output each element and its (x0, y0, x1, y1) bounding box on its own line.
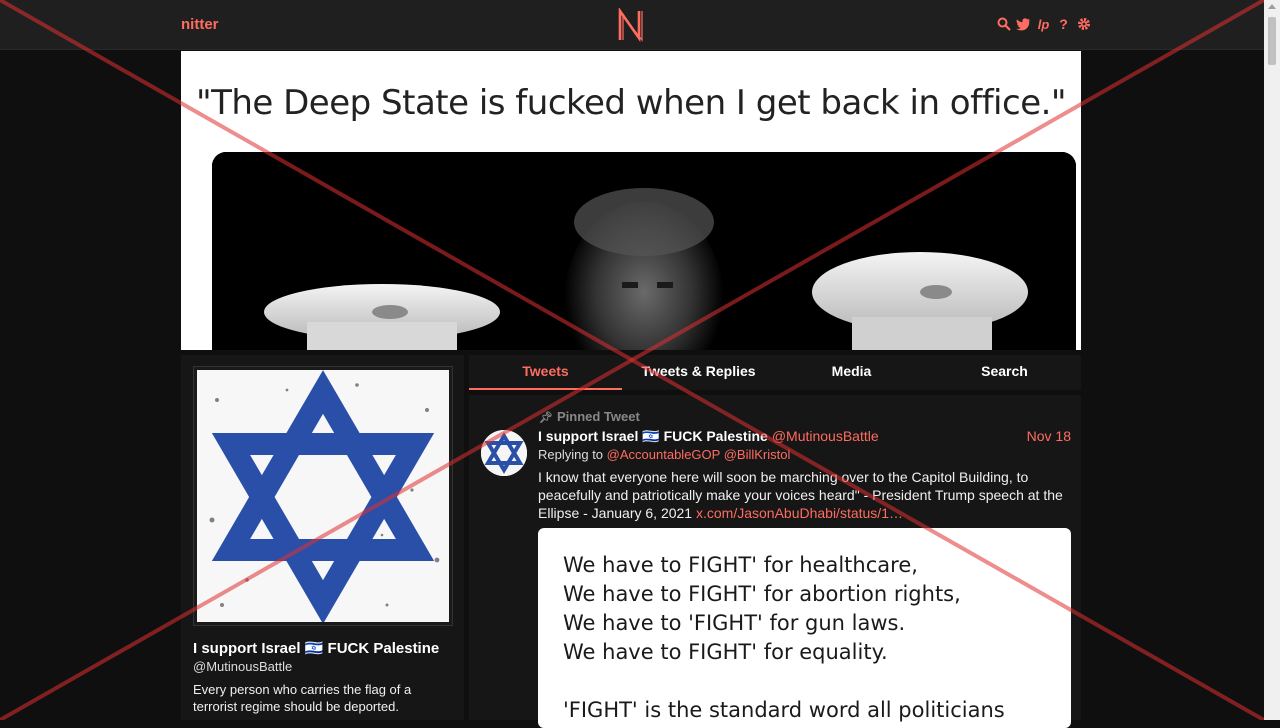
tab-media[interactable]: Media (775, 355, 928, 390)
profile-username[interactable]: @MutinousBattle (193, 659, 292, 674)
profile-bio: Every person who carries the flag of a t… (193, 682, 412, 714)
star-of-david-icon (481, 430, 527, 476)
help-icon[interactable]: ? (1056, 15, 1071, 33)
profile-card: I support Israel 🇮🇱 FUCK Palestine @Muti… (181, 355, 464, 720)
tweet-text: I know that everyone here will soon be m… (538, 468, 1068, 522)
nitter-home-link[interactable]: nitter (181, 16, 219, 33)
image-line: We have to FIGHT' for equality. (563, 640, 888, 664)
image-line: We have to FIGHT' for healthcare, (563, 553, 918, 577)
tweet-header: I support Israel 🇮🇱 FUCK Palestine @Mutin… (538, 428, 1071, 445)
liberapay-icon[interactable]: lp (1036, 15, 1051, 33)
tab-search[interactable]: Search (928, 355, 1081, 390)
tab-tweets-replies[interactable]: Tweets & Replies (622, 355, 775, 390)
image-line: 'FIGHT' is the standard word all politic… (563, 698, 1005, 728)
timeline: 📌︎ Pinned Tweet I support Israel 🇮🇱 FUCK … (469, 395, 1081, 728)
search-icon[interactable] (996, 15, 1011, 33)
tweet-attached-image[interactable]: We have to FIGHT' for healthcare, We hav… (538, 528, 1071, 728)
replying-label: Replying to (538, 447, 604, 462)
top-navbar: nitter lp ? (0, 0, 1264, 50)
profile-display-name[interactable]: I support Israel 🇮🇱 FUCK Palestine (193, 639, 439, 657)
twitter-icon[interactable] (1016, 15, 1031, 33)
profile-banner[interactable]: "The Deep State is fucked when I get bac… (181, 51, 1081, 350)
tweet-avatar[interactable] (481, 430, 527, 476)
pinned-text: Pinned Tweet (556, 409, 640, 424)
banner-photo-art (212, 152, 1076, 350)
replying-to: Replying to @AccountableGOP @BillKristol (538, 447, 790, 462)
gear-icon[interactable] (1076, 15, 1091, 33)
tweet-author-name[interactable]: I support Israel 🇮🇱 FUCK Palestine (538, 428, 768, 444)
page-scrollbar[interactable] (1264, 0, 1280, 720)
scroll-up-arrow-icon[interactable] (1268, 4, 1276, 9)
banner-quote: "The Deep State is fucked when I get bac… (195, 83, 1067, 123)
image-line: We have to FIGHT' for abortion rights, (563, 582, 961, 606)
banner-photo (212, 152, 1076, 350)
tweet-author-handle[interactable]: @MutinousBattle (772, 428, 879, 444)
scrollbar-thumb[interactable] (1268, 17, 1276, 65)
tweet-link[interactable]: x.com/JasonAbuDhabi/status/1… (696, 505, 903, 521)
star-of-david-icon (197, 370, 449, 624)
reply-mention-2[interactable]: @BillKristol (724, 447, 791, 462)
timeline-tabs: Tweets Tweets & Replies Media Search (469, 355, 1081, 390)
reply-mention-1[interactable]: @AccountableGOP (607, 447, 720, 462)
profile-avatar[interactable] (193, 366, 453, 626)
tweet-date[interactable]: Nov 18 (1027, 428, 1071, 444)
nav-icons: lp ? (996, 15, 1091, 33)
tab-tweets[interactable]: Tweets (469, 355, 622, 390)
image-line-spacer (563, 667, 1046, 696)
pinned-label: 📌︎ Pinned Tweet (539, 409, 640, 424)
image-line: We have to 'FIGHT' for gun laws. (563, 611, 906, 635)
nitter-logo-icon[interactable] (617, 8, 645, 42)
pin-icon: 📌︎ (539, 412, 553, 424)
